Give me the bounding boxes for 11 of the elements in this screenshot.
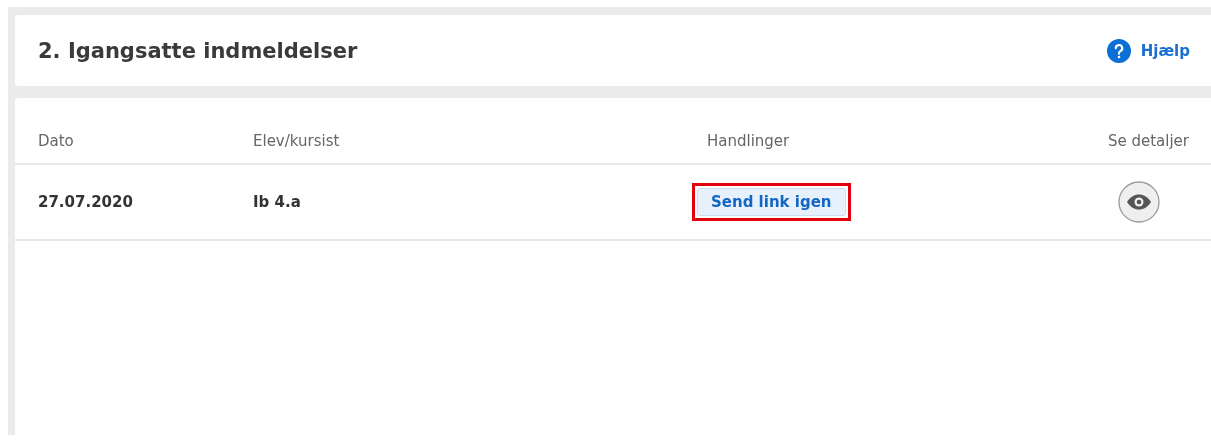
resend-link-button[interactable]: Send link igen bbox=[697, 188, 846, 216]
column-header: Dato bbox=[38, 131, 75, 150]
section-title: 2. Igangsatte indmeldelser bbox=[38, 38, 358, 63]
column-header: Handlinger bbox=[707, 131, 791, 150]
help-link[interactable]: Hjælp bbox=[1106, 38, 1190, 63]
help-icon bbox=[1106, 38, 1131, 63]
student-cell-text: Ib 4.a bbox=[253, 193, 302, 211]
view-details-icon[interactable] bbox=[1118, 181, 1160, 223]
date-cell-text: 27.07.2020 bbox=[38, 193, 134, 211]
column-header: Elev/kursist bbox=[253, 131, 341, 150]
column-header: Se detaljer bbox=[1107, 131, 1189, 150]
